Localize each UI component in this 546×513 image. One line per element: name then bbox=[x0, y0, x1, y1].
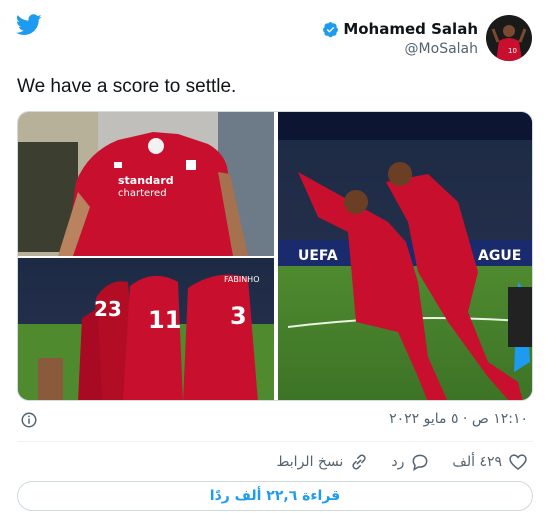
like-count: ٤٢٩ ألف bbox=[452, 454, 502, 470]
reply-icon bbox=[412, 454, 428, 472]
photo-goal-celebration[interactable]: UEFA AGUE bbox=[278, 112, 533, 401]
reply-label: رد bbox=[391, 454, 405, 470]
photo-team-huddle[interactable]: 11 3 23 FABINHO bbox=[18, 258, 274, 401]
action-bar: ٤٢٩ ألف رد نسخ الرابط bbox=[277, 452, 529, 472]
avatar[interactable]: 10 bbox=[486, 15, 532, 61]
photo-shirt-closeup[interactable]: standard chartered bbox=[18, 112, 274, 256]
tweet-timestamp[interactable]: ١٢:١٠ ص · ٥ مايو ٢٠٢٢ bbox=[389, 411, 528, 427]
svg-text:UEFA: UEFA bbox=[298, 248, 338, 264]
author-name[interactable]: Mohamed Salah bbox=[343, 20, 478, 38]
heart-icon bbox=[509, 454, 527, 471]
divider bbox=[17, 441, 533, 442]
link-icon bbox=[352, 454, 366, 470]
author-handle[interactable]: @MoSalah bbox=[405, 41, 478, 57]
svg-text:AGUE: AGUE bbox=[478, 248, 521, 264]
like-button[interactable]: ٤٢٩ ألف bbox=[452, 452, 528, 472]
svg-text:11: 11 bbox=[148, 306, 181, 334]
info-icon[interactable] bbox=[20, 411, 38, 429]
media-grid: standard chartered 11 3 23 FABINHO UEFA … bbox=[17, 111, 533, 401]
svg-text:3: 3 bbox=[230, 302, 247, 330]
tweet-text: We have a score to settle. bbox=[17, 76, 237, 97]
twitter-logo-icon[interactable] bbox=[15, 14, 42, 36]
reply-action[interactable]: رد bbox=[391, 452, 430, 472]
copy-link-button[interactable]: نسخ الرابط bbox=[277, 452, 370, 472]
verified-badge-icon bbox=[323, 21, 339, 37]
svg-text:23: 23 bbox=[94, 297, 122, 321]
svg-text:FABINHO: FABINHO bbox=[224, 275, 259, 284]
copy-link-label: نسخ الرابط bbox=[276, 454, 344, 470]
svg-text:10: 10 bbox=[508, 47, 517, 55]
svg-text:chartered: chartered bbox=[118, 188, 167, 199]
svg-text:standard: standard bbox=[118, 174, 174, 187]
read-replies-button[interactable]: قراءة ٢٢,٦ ألف ردًا bbox=[17, 481, 533, 511]
